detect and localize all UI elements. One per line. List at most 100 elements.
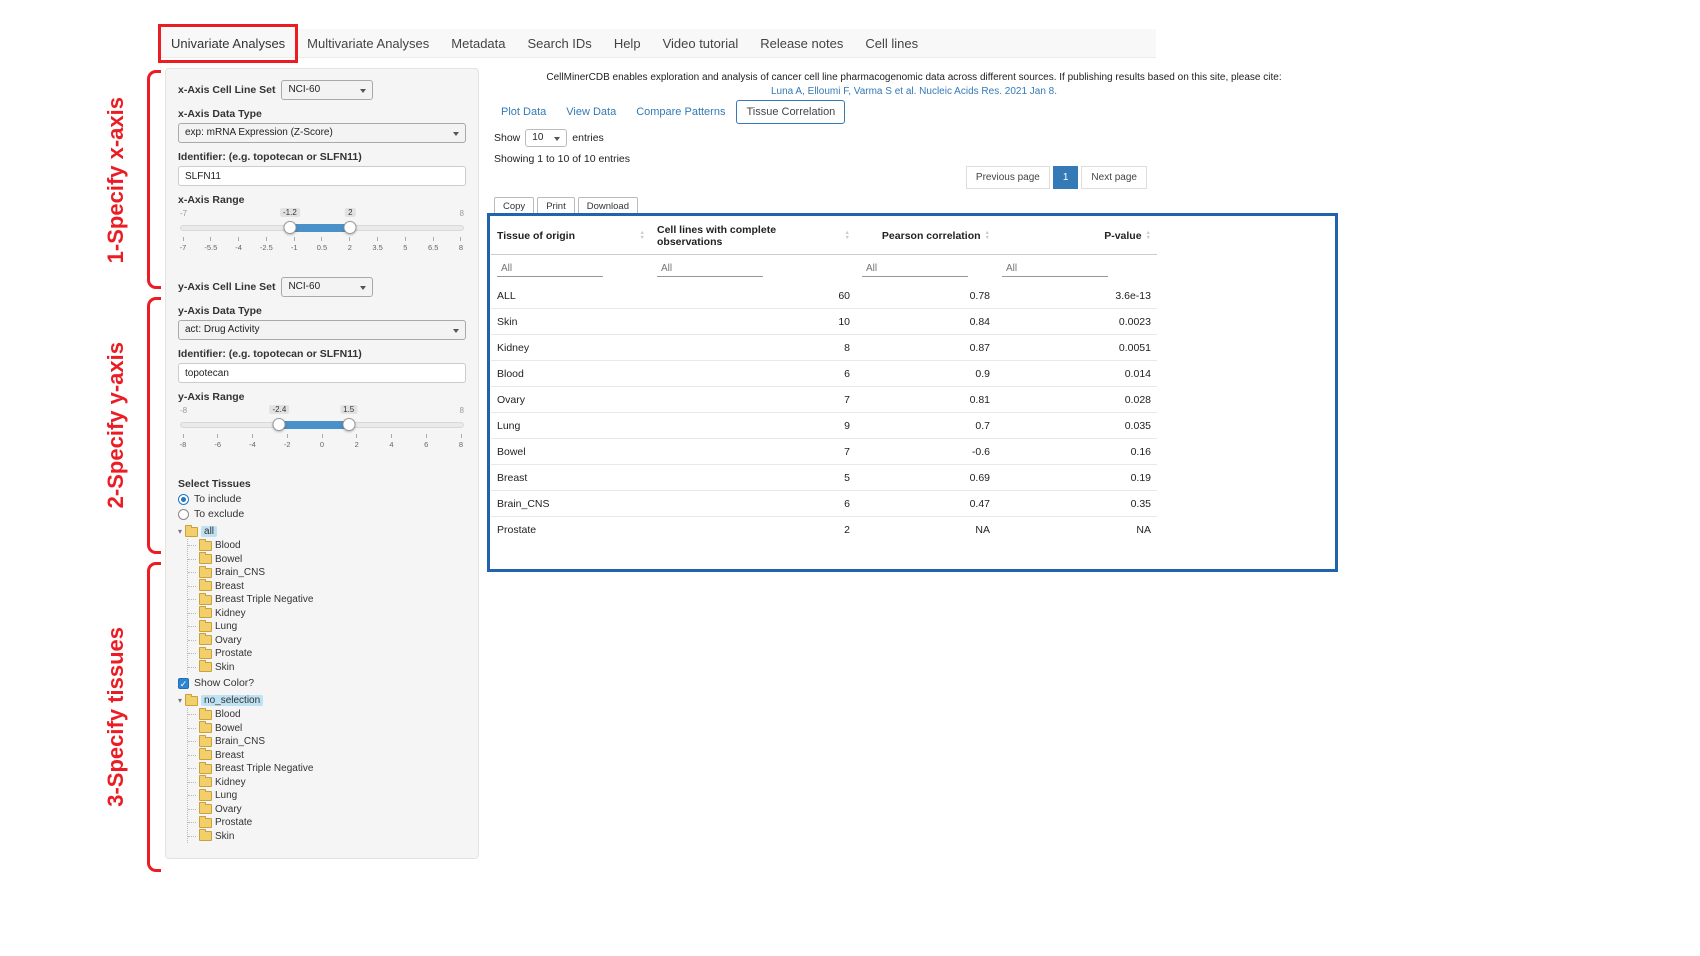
tree-item[interactable]: Lung [188,620,466,634]
cell-tissue: Breast [491,465,651,490]
x-identifier-label: Identifier: (e.g. topotecan or SLFN11) [178,151,466,163]
column-header[interactable]: Tissue of origin ▲▼ [491,218,651,254]
tree-item[interactable]: Kidney [188,607,466,621]
tree-item[interactable]: Skin [188,830,466,844]
result-tab[interactable]: Plot Data [492,101,555,123]
nav-item[interactable]: Univariate Analyses [160,29,296,58]
nav-item[interactable]: Multivariate Analyses [296,29,440,58]
page-1-button[interactable]: 1 [1053,166,1079,189]
tree-item[interactable]: Blood [188,539,466,553]
column-filter-input[interactable] [1002,261,1108,277]
citation-link[interactable]: Luna A, Elloumi F, Varma S et al. Nuclei… [490,86,1338,97]
show-color-checkbox[interactable]: ✓ [178,678,189,689]
cell-tissue: ALL [491,283,651,308]
y-cell-line-set-select[interactable]: NCI-60 [281,277,373,297]
tree-item[interactable]: Skin [188,661,466,675]
column-header[interactable]: P-value ▲▼ [996,218,1157,254]
tree-item[interactable]: Bowel [188,553,466,567]
cell-tissue: Brain_CNS [491,491,651,516]
nav-item[interactable]: Release notes [749,29,854,58]
tree-item[interactable]: Lung [188,789,466,803]
tree-item[interactable]: Breast Triple Negative [188,762,466,776]
cell-correlation: NA [856,517,996,542]
exclude-radio-row[interactable]: To exclude [178,508,466,520]
table-row: Ovary 7 0.81 0.028 [491,386,1157,412]
column-header[interactable]: Pearson correlation ▲▼ [856,218,996,254]
exclude-radio[interactable] [178,509,189,520]
nav-item[interactable]: Metadata [440,29,516,58]
tissue-correlation-table: Tissue of origin ▲▼ Cell lines with comp… [491,218,1157,542]
tree-item[interactable]: Prostate [188,816,466,830]
cell-observations: 60 [651,283,856,308]
tick: 6 [423,434,429,449]
y-range-label: y-Axis Range [178,391,466,403]
folder-icon [199,622,212,632]
include-radio-row[interactable]: To include [178,493,466,505]
tree-item[interactable]: Breast [188,580,466,594]
nav-item[interactable]: Cell lines [854,29,929,58]
cell-pvalue: 0.035 [996,413,1157,438]
x-range-low-handle[interactable] [283,221,296,234]
cell-observations: 2 [651,517,856,542]
y-range-low-value: -2.4 [269,405,289,414]
column-filter-input[interactable] [657,261,763,277]
nav-item[interactable]: Help [603,29,652,58]
tree-root-no-selection[interactable]: ▾ no_selection [178,693,466,708]
folder-icon [199,831,212,841]
next-page-button[interactable]: Next page [1081,166,1147,189]
filter-cell [996,258,1157,277]
step2-label: 2-Specify y-axis [96,322,136,528]
cell-observations: 6 [651,491,856,516]
nav-item[interactable]: Search IDs [517,29,603,58]
color-tissue-tree: ▾ no_selection Blood Bowel Brain_CNS Bre [178,693,466,843]
y-data-type-select[interactable]: act: Drug Activity [178,320,466,340]
x-cell-line-set-select[interactable]: NCI-60 [281,80,373,100]
show-color-row[interactable]: ✓ Show Color? [178,677,466,689]
sort-icon: ▲▼ [985,231,990,241]
y-identifier-label: Identifier: (e.g. topotecan or SLFN11) [178,348,466,360]
result-tab[interactable]: Compare Patterns [627,101,734,123]
tree-item[interactable]: Breast [188,749,466,763]
tree-item[interactable]: Prostate [188,647,466,661]
y-slider-ticks: -8 -6 -4 -2 0 2 4 6 [180,434,464,449]
x-range-high-handle[interactable] [344,221,357,234]
cell-pvalue: 3.6e-13 [996,283,1157,308]
tree-item[interactable]: Breast Triple Negative [188,593,466,607]
column-header[interactable]: Cell lines with complete observations ▲▼ [651,218,856,254]
tick: -4 [250,434,256,449]
previous-page-button[interactable]: Previous page [966,166,1050,189]
tick: -2 [284,434,290,449]
tick: -8 [180,434,186,449]
tree-item[interactable]: Kidney [188,776,466,790]
cell-pvalue: 0.014 [996,361,1157,386]
nav-item[interactable]: Video tutorial [652,29,750,58]
folder-icon [185,696,198,706]
column-filter-input[interactable] [862,261,968,277]
y-range-high-handle[interactable] [342,418,355,431]
y-identifier-input[interactable] [178,363,466,383]
tree-item[interactable]: Brain_CNS [188,566,466,580]
cell-observations: 10 [651,309,856,334]
step3-bracket [147,562,161,872]
tree-item[interactable]: Ovary [188,634,466,648]
y-data-type-label: y-Axis Data Type [178,305,466,317]
step2-bracket [147,297,161,554]
table-row: Breast 5 0.69 0.19 [491,464,1157,490]
x-data-type-select[interactable]: exp: mRNA Expression (Z-Score) [178,123,466,143]
folder-icon [199,568,212,578]
tree-root-all[interactable]: ▾ all [178,524,466,539]
entries-count-select[interactable]: 10 [525,129,567,147]
tree-item[interactable]: Blood [188,708,466,722]
include-radio[interactable] [178,494,189,505]
top-navigation: Univariate AnalysesMultivariate Analyses… [160,29,1156,58]
tree-item[interactable]: Bowel [188,722,466,736]
cell-correlation: 0.84 [856,309,996,334]
cell-pvalue: 0.35 [996,491,1157,516]
result-tab[interactable]: View Data [557,101,625,123]
y-range-low-handle[interactable] [273,418,286,431]
x-identifier-input[interactable] [178,166,466,186]
result-tab[interactable]: Tissue Correlation [736,100,845,124]
column-filter-input[interactable] [497,261,603,277]
tree-item[interactable]: Ovary [188,803,466,817]
tree-item[interactable]: Brain_CNS [188,735,466,749]
